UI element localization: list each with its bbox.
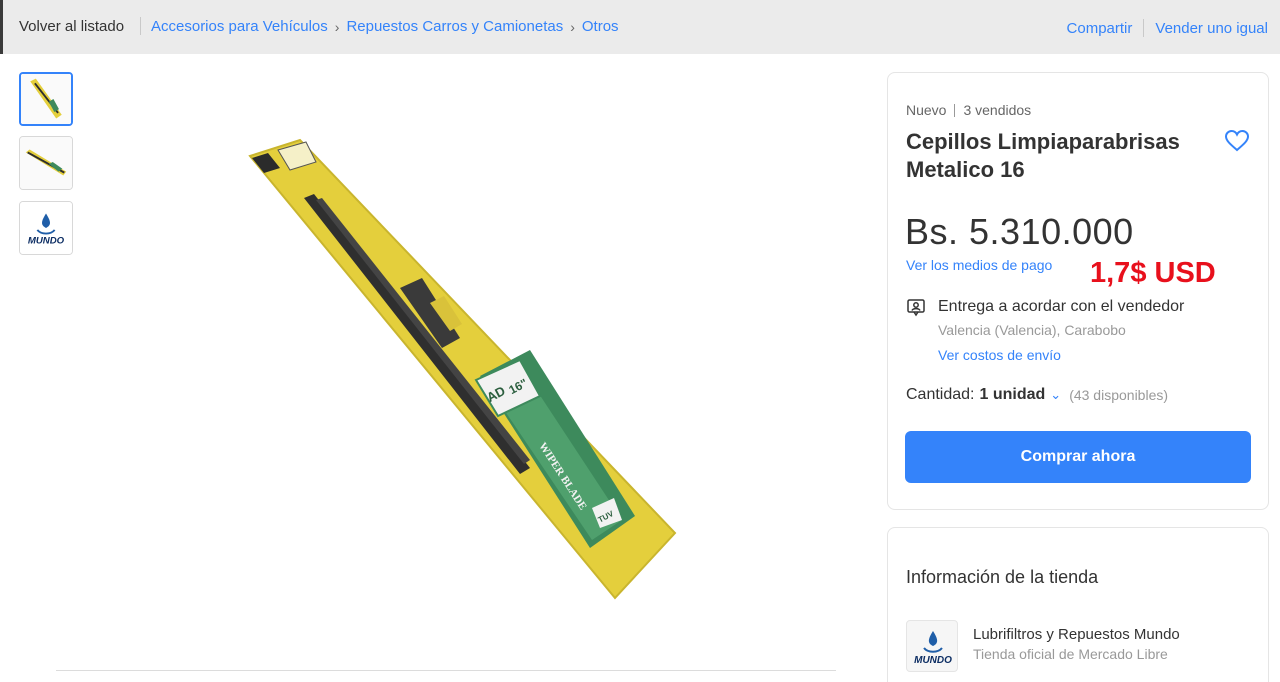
breadcrumb: Accesorios para Vehículos › Repuestos Ca…: [151, 18, 619, 35]
product-price: Bs. 5.310.000: [905, 211, 1134, 252]
seller-location: Valencia (Valencia), Carabobo: [938, 322, 1126, 338]
top-navigation-bar: Volver al listado Accesorios para Vehícu…: [0, 0, 1280, 54]
breadcrumb-item-otros[interactable]: Otros: [582, 18, 619, 35]
product-subtitle: Nuevo 3 vendidos: [906, 102, 1031, 118]
store-info-panel: Información de la tienda MUNDO Lubrifilt…: [887, 527, 1269, 682]
wiper-blade: [304, 194, 530, 474]
quantity-label: Cantidad:: [906, 386, 975, 403]
divider: [140, 17, 141, 35]
mundo-logo-icon: MUNDO: [914, 631, 952, 666]
product-info-panel: Nuevo 3 vendidos Cepillos Limpiaparabris…: [887, 72, 1269, 510]
store-subtitle: Tienda oficial de Mercado Libre: [973, 646, 1168, 662]
thumbnail-2[interactable]: [19, 136, 73, 190]
usd-price-annotation: 1,7$ USD: [1090, 257, 1216, 289]
condition-label: Nuevo: [906, 102, 947, 118]
chevron-down-icon[interactable]: ⌄: [1050, 387, 1061, 403]
chevron-right-icon: ›: [570, 18, 575, 35]
breadcrumb-item-repuestos[interactable]: Repuestos Carros y Camionetas: [346, 18, 563, 35]
chevron-right-icon: ›: [334, 18, 340, 35]
mundo-logo-thumb-icon: MUNDO: [20, 202, 72, 254]
store-name[interactable]: Lubrifiltros y Repuestos Mundo: [973, 626, 1180, 643]
heart-icon[interactable]: [1224, 129, 1250, 153]
back-to-listing-link[interactable]: Volver al listado: [19, 18, 124, 35]
breadcrumb-item-accesorios[interactable]: Accesorios para Vehículos: [151, 18, 328, 35]
product-title: Cepillos Limpiaparabrisas Metalico 16: [906, 129, 1180, 182]
wiper-blade-thumb-icon: [20, 137, 72, 189]
buy-now-button[interactable]: Comprar ahora: [905, 431, 1251, 483]
thumbnail-1[interactable]: [19, 72, 73, 126]
quantity-value[interactable]: 1 unidad: [980, 386, 1046, 404]
payment-methods-link[interactable]: Ver los medios de pago: [906, 257, 1052, 273]
wiper-package-thumb-icon: [21, 74, 71, 124]
svg-text:MUNDO: MUNDO: [914, 655, 952, 666]
store-logo[interactable]: MUNDO: [906, 620, 958, 672]
store-heading: Información de la tienda: [906, 567, 1099, 587]
shipping-costs-link[interactable]: Ver costos de envío: [938, 347, 1061, 363]
main-product-image[interactable]: AD 16" WIPER BLADE TUV: [230, 128, 700, 608]
header-actions: Compartir Vender uno igual: [1067, 19, 1268, 37]
quantity-selector[interactable]: Cantidad: 1 unidad ⌄ (43 disponibles): [906, 386, 1168, 404]
sold-count: 3 vendidos: [963, 102, 1032, 118]
contact-card-icon: [907, 299, 925, 317]
sell-similar-link[interactable]: Vender uno igual: [1155, 20, 1268, 37]
thumbnail-3[interactable]: MUNDO: [19, 201, 73, 255]
divider: [56, 670, 836, 671]
divider: [954, 103, 956, 117]
divider: [1143, 19, 1145, 37]
available-count: (43 disponibles): [1069, 387, 1169, 403]
share-link[interactable]: Compartir: [1067, 20, 1133, 37]
svg-text:MUNDO: MUNDO: [28, 235, 65, 246]
delivery-info: Entrega a acordar con el vendedor: [938, 298, 1185, 315]
